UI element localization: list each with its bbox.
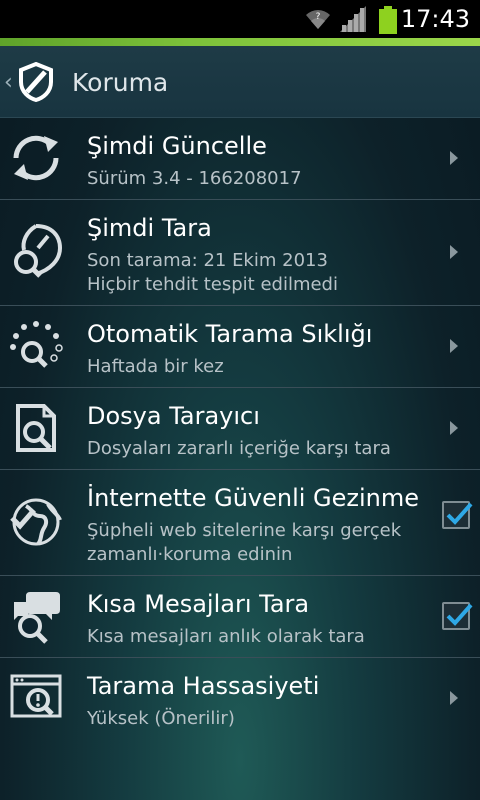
safe-browsing-checkbox[interactable] <box>442 501 473 529</box>
row-title: Şimdi Tara <box>87 214 212 242</box>
list-item-safe-browsing[interactable]: İnternette Güvenli Gezinme Şüpheli web s… <box>0 470 480 576</box>
sms-scan-icon <box>8 588 64 648</box>
row-subtitle: Son tarama: 21 Ekim 2013 <box>87 250 328 271</box>
status-bar: ? 17:43 <box>0 0 480 38</box>
back-button[interactable]: ‹ <box>4 70 13 95</box>
action-bar: ‹ Koruma <box>0 46 480 118</box>
list-item-update[interactable]: Şimdi Güncelle Sürüm 3.4 - 166208017 <box>0 118 480 200</box>
chevron-right-icon <box>449 690 459 710</box>
chevron-right-icon <box>449 150 459 170</box>
list-item-file-scanner[interactable]: Dosya Tarayıcı Dosyaları zararlı içeriğe… <box>0 388 480 470</box>
chevron-right-icon <box>449 420 459 440</box>
shield-logo-icon[interactable] <box>18 61 54 106</box>
list-item-auto-scan-frequency[interactable]: Otomatik Tarama Sıklığı Haftada bir kez <box>0 306 480 388</box>
row-subtitle: Dosyaları zararlı içeriğe karşı tara <box>87 438 391 459</box>
wifi-icon: ? <box>303 5 333 35</box>
svg-text:?: ? <box>316 12 321 22</box>
update-icon <box>8 130 64 190</box>
row-subtitle-2: zamanlı·koruma edinin <box>87 544 293 565</box>
row-subtitle: Kısa mesajları anlık olarak tara <box>87 626 365 647</box>
signal-icon <box>338 6 368 36</box>
row-subtitle: Yüksek (Önerilir) <box>87 708 235 729</box>
settings-list: Şimdi Güncelle Sürüm 3.4 - 166208017 Şim… <box>0 118 480 740</box>
status-time: 17:43 <box>400 5 470 33</box>
page-title: Koruma <box>72 68 169 97</box>
row-subtitle: Şüpheli web sitelerine karşı gerçek <box>87 520 402 541</box>
sms-scan-checkbox[interactable] <box>442 602 473 630</box>
web-protection-icon <box>8 494 64 554</box>
row-subtitle-2: Hiçbir tehdit tespit edilmedi <box>87 274 338 295</box>
list-item-sms-scan[interactable]: Kısa Mesajları Tara Kısa mesajları anlık… <box>0 576 480 658</box>
list-item-scan-sensitivity[interactable]: Tarama Hassasiyeti Yüksek (Önerilir) <box>0 658 480 740</box>
row-title: Kısa Mesajları Tara <box>87 590 310 618</box>
row-subtitle: Haftada bir kez <box>87 356 224 377</box>
scan-icon <box>8 222 64 286</box>
accent-line <box>0 38 480 46</box>
file-scanner-icon <box>8 400 64 460</box>
row-title: Otomatik Tarama Sıklığı <box>87 320 373 348</box>
list-item-scan-now[interactable]: Şimdi Tara Son tarama: 21 Ekim 2013 Hiçb… <box>0 200 480 306</box>
auto-scan-icon <box>8 318 64 378</box>
scan-sensitivity-icon <box>8 670 64 730</box>
chevron-right-icon <box>449 244 459 264</box>
battery-icon <box>378 6 398 38</box>
row-title: İnternette Güvenli Gezinme <box>87 484 420 512</box>
row-subtitle: Sürüm 3.4 - 166208017 <box>87 168 302 189</box>
row-title: Dosya Tarayıcı <box>87 402 260 430</box>
chevron-right-icon <box>449 338 459 358</box>
row-title: Tarama Hassasiyeti <box>87 672 320 700</box>
row-title: Şimdi Güncelle <box>87 132 267 160</box>
